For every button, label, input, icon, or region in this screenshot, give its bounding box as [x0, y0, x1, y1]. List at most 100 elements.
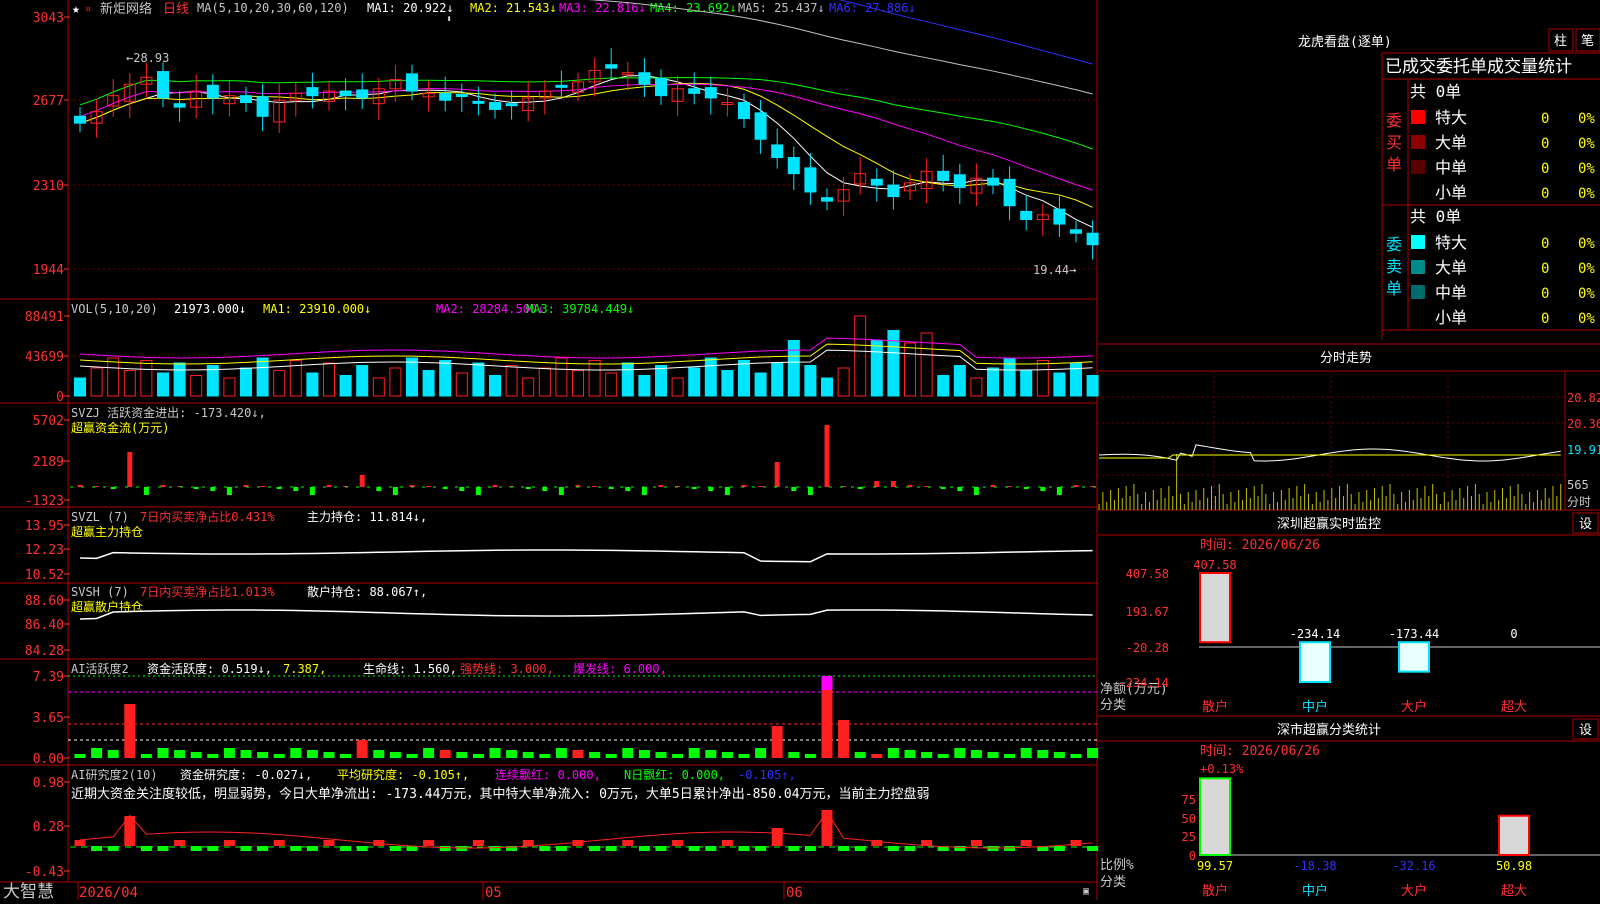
flow-bar — [309, 487, 315, 495]
volume-bar — [356, 365, 369, 397]
row-label: 中单 — [1435, 283, 1467, 302]
volume-bar — [406, 357, 418, 397]
ai-active-bar — [655, 752, 667, 758]
row-qty: 0 — [1541, 311, 1549, 327]
vol-legend-item: MA3: 39784.449↓ — [526, 302, 634, 316]
terminal-canvas: ★ ¤ 新炬网络 日线 MA(5,10,20,30,60,120) MA1: 2… — [0, 0, 1600, 902]
ai-active-bar — [74, 754, 86, 758]
y-tick-label: 5702 — [33, 414, 64, 429]
ai-research-legend-item: 平均研究度: -0.105↑, — [337, 767, 469, 782]
dragon-title: 龙虎看盘(逐单) — [1298, 34, 1392, 50]
ai-active-bar — [638, 750, 650, 758]
ai-active-bar — [937, 754, 949, 758]
lock-icon[interactable]: ▣ — [1083, 886, 1089, 897]
svsh-panel[interactable]: SVSH (7) 7日内买卖净占比1.013% 散户持仓: 88.067↑, 超… — [25, 584, 1093, 659]
row-qty: 0 — [1541, 111, 1549, 127]
flow-bar — [459, 487, 465, 491]
volume-bar — [256, 357, 269, 397]
candle-body — [655, 77, 667, 97]
ma-params: MA(5,10,20,30,60,120) — [197, 1, 349, 15]
side-label-char: 委 — [1386, 111, 1402, 130]
volume-bar — [970, 377, 983, 397]
flow-bar — [492, 485, 498, 487]
research-bar — [174, 840, 186, 846]
volume-bar — [787, 340, 800, 397]
research-bar — [273, 840, 285, 846]
cursor-marker: ⬍ — [446, 14, 452, 25]
flow-bar — [127, 452, 133, 487]
ma-line — [79, 82, 1093, 208]
ai-active-bar — [406, 754, 418, 758]
monitor-value-label: 407.58 — [1193, 558, 1236, 572]
ai-active-legend-item: 强势线: 3.000, — [460, 662, 554, 676]
ai-active-bar — [91, 748, 103, 758]
classify-date: 时间: 2026/06/26 — [1200, 744, 1320, 759]
classify-bar — [1498, 814, 1530, 857]
price-panel[interactable]: ★ ¤ 新炬网络 日线 MA(5,10,20,30,60,120) MA1: 2… — [33, 0, 1099, 278]
flow-bar — [426, 486, 432, 487]
ai-active-panel[interactable]: AI活跃度2 资金活跃度: 0.519↓, 7.387, 生命线: 1.560, 强势… — [33, 661, 1099, 767]
ai-active-bar — [572, 750, 584, 758]
ai-active-bar — [970, 750, 982, 758]
legend-item: MA1: 20.922↓ — [367, 1, 454, 15]
flow-bar — [359, 475, 365, 487]
volume-bar — [605, 372, 618, 397]
flow-bar — [193, 487, 199, 489]
ma-legend: MA1: 20.922↓ MA2: 21.543↓ MA3: 22.816↓ MA4:… — [367, 1, 916, 15]
star-icon[interactable]: ★ — [72, 2, 80, 17]
candle-body — [937, 170, 950, 181]
y-tick-label: 2189 — [33, 455, 64, 470]
candle-body — [688, 88, 701, 94]
period-label[interactable]: 日线 — [163, 2, 189, 17]
app-logo[interactable]: 大智慧 — [3, 882, 54, 902]
legend-item: MA2: 21.543↓ — [470, 1, 557, 15]
y-tick-label: 10.52 — [25, 568, 64, 583]
stock-terminal: ★ ¤ 新炬网络 日线 MA(5,10,20,30,60,120) MA1: 2… — [0, 0, 1600, 902]
svzj-panel[interactable]: SVZJ 活跃资金进出: -173.420↓, 超赢资金流(万元) 5702 21… — [25, 405, 1097, 509]
flag-icon[interactable]: ¤ — [85, 4, 91, 15]
buy-side-label: 委买单 — [1386, 111, 1402, 174]
flow-bar — [758, 486, 764, 487]
flow-bar — [1040, 487, 1046, 491]
legend-swatch — [1411, 285, 1425, 299]
volume-bar — [74, 377, 86, 397]
realtime-monitor-panel[interactable]: 深圳超赢实时监控 设 时间: 2026/06/26 净额(万元) 分类 407.… — [1097, 512, 1600, 717]
ai-active-bar — [389, 752, 401, 758]
flow-bar — [957, 487, 963, 491]
ai-active-bar — [721, 752, 733, 758]
classify-title: 深市超赢分类统计 — [1277, 722, 1381, 738]
y-tick-label: 7.39 — [33, 670, 64, 685]
svzj-line2: 超赢资金流(万元) — [71, 420, 169, 435]
candle-body — [804, 167, 817, 193]
flow-bar — [890, 481, 896, 487]
bottom-bar: 大智慧 2026/04 05 06 ▣ — [3, 882, 1089, 902]
svzl-panel[interactable]: SVZL (7) 7日内买卖净占比0.431% 主力持仓: 11.814↓, 超… — [25, 509, 1093, 583]
legend-item: MA5: 25.437↓ — [738, 1, 825, 15]
ai-research-panel[interactable]: AI研究度2(10) 资金研究度: -0.027↓, 平均研究度: -0.105↑… — [25, 767, 1099, 880]
ai-active-bar — [771, 726, 783, 758]
svsh-name: SVSH (7) — [71, 585, 129, 599]
flow-bar — [791, 487, 797, 491]
volume-bar — [904, 342, 916, 397]
volume-bar — [771, 362, 784, 397]
volume-panel[interactable]: VOL(5,10,20) 21973.000↓ MA1: 23910.000↓ MA… — [25, 302, 1099, 405]
y-tick-label: 12.23 — [25, 543, 64, 558]
candle-body — [1053, 208, 1066, 225]
intraday-panel[interactable]: 分时走势 20.82 20.36 19.91 565 分时 — [1097, 343, 1600, 511]
volume-bar — [522, 377, 535, 397]
ai-active-bar — [207, 754, 219, 758]
y-tick-label: 88491 — [25, 310, 64, 325]
row-pct: 0% — [1578, 286, 1595, 302]
svzj-line1: SVZJ 活跃资金进出: -173.420↓, — [71, 405, 266, 420]
monitor-bar — [1299, 641, 1331, 684]
volume-ma-line — [79, 349, 1093, 371]
candle-body — [455, 94, 468, 98]
volume-bar — [339, 375, 352, 397]
classify-panel[interactable]: 深市超赢分类统计 设 时间: 2026/06/26 +0.13% 比例% 分类 … — [1097, 718, 1600, 899]
ai-active-bar — [821, 686, 833, 758]
intraday-chart — [1098, 444, 1562, 510]
ai-active-bar — [987, 752, 999, 758]
classify-y-tick: 0 — [1189, 849, 1196, 863]
ai-active-bar — [472, 754, 484, 758]
row-label: 小单 — [1435, 183, 1467, 202]
